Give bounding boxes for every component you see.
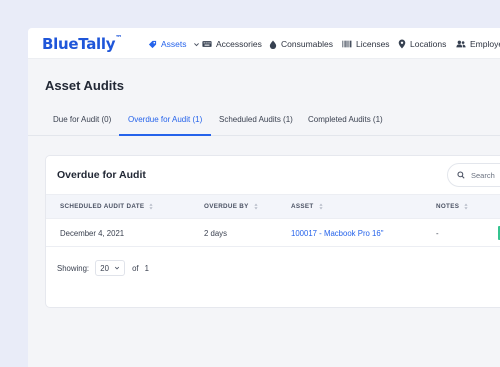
nav-item-label: Assets bbox=[161, 39, 187, 49]
column-header-label: ASSET bbox=[291, 203, 314, 210]
table-header: SCHEDULED AUDIT DATE OVERDUE BY ASSET NO… bbox=[46, 194, 500, 219]
column-header-label: SCHEDULED AUDIT DATE bbox=[60, 203, 145, 210]
tab-completed-audits[interactable]: Completed Audits (1) bbox=[308, 115, 383, 124]
showing-label: Showing: bbox=[57, 263, 90, 273]
total-pages: 1 bbox=[144, 263, 149, 273]
app-window: BlueTally™ Assets Accessories Consumable… bbox=[28, 28, 500, 367]
column-header-overdue-by[interactable]: OVERDUE BY bbox=[204, 203, 258, 210]
nav-item-label: Consumables bbox=[281, 39, 333, 49]
logo-text: BlueTally bbox=[42, 35, 116, 53]
column-header-label: NOTES bbox=[436, 203, 460, 210]
barcode-icon bbox=[342, 40, 352, 48]
nav-item-locations[interactable]: Locations bbox=[398, 38, 446, 50]
keyboard-icon bbox=[202, 41, 212, 47]
bluetally-logo[interactable]: BlueTally™ bbox=[42, 34, 122, 53]
sort-icon bbox=[464, 203, 468, 210]
cell-overdue-by: 2 days bbox=[204, 229, 227, 238]
cell-notes: - bbox=[436, 229, 439, 238]
card-title: Overdue for Audit bbox=[57, 169, 146, 181]
map-pin-icon bbox=[398, 39, 406, 49]
nav-item-employees[interactable]: Employee bbox=[456, 38, 500, 50]
users-icon bbox=[456, 40, 466, 48]
sort-icon bbox=[254, 203, 258, 210]
asset-link[interactable]: 100017 - Macbook Pro 16" bbox=[291, 229, 384, 238]
nav-item-label: Employee bbox=[470, 39, 500, 49]
sort-icon bbox=[149, 203, 153, 210]
overdue-audit-card: Overdue for Audit Search SCHEDULED AUDIT… bbox=[45, 155, 500, 308]
tab-due-for-audit[interactable]: Due for Audit (0) bbox=[53, 115, 111, 124]
chevron-down-icon bbox=[114, 266, 120, 270]
top-navbar: BlueTally™ Assets Accessories Consumable… bbox=[28, 28, 500, 59]
nav-item-accessories[interactable]: Accessories bbox=[202, 38, 262, 50]
page-title: Asset Audits bbox=[45, 78, 124, 93]
active-tab-indicator bbox=[119, 134, 211, 136]
droplet-icon bbox=[269, 39, 277, 49]
search-placeholder: Search bbox=[471, 170, 495, 180]
search-field[interactable]: Search bbox=[447, 163, 500, 187]
column-header-scheduled-audit-date[interactable]: SCHEDULED AUDIT DATE bbox=[60, 203, 153, 210]
audit-tabs: Due for Audit (0) Overdue for Audit (1) … bbox=[28, 108, 500, 136]
tag-icon bbox=[148, 40, 157, 48]
nav-item-assets[interactable]: Assets bbox=[148, 38, 204, 50]
column-header-asset[interactable]: ASSET bbox=[291, 203, 323, 210]
nav-item-label: Licenses bbox=[356, 39, 390, 49]
column-header-label: OVERDUE BY bbox=[204, 203, 249, 210]
of-label: of bbox=[132, 263, 139, 273]
sort-icon bbox=[318, 203, 323, 210]
per-page-value: 20 bbox=[100, 263, 109, 273]
logo-trademark: ™ bbox=[115, 34, 122, 42]
tab-scheduled-audits[interactable]: Scheduled Audits (1) bbox=[219, 115, 293, 124]
pagination: Showing: 20 of 1 bbox=[57, 260, 149, 276]
column-header-notes[interactable]: NOTES bbox=[436, 203, 468, 210]
table-row[interactable]: December 4, 2021 2 days 100017 - Macbook… bbox=[46, 219, 500, 247]
nav-item-consumables[interactable]: Consumables bbox=[269, 38, 333, 50]
search-icon bbox=[457, 171, 465, 179]
nav-item-licenses[interactable]: Licenses bbox=[342, 38, 390, 50]
tab-overdue-for-audit[interactable]: Overdue for Audit (1) bbox=[128, 115, 202, 124]
chevron-down-icon bbox=[193, 42, 199, 46]
per-page-select[interactable]: 20 bbox=[95, 260, 126, 276]
cell-audit-date: December 4, 2021 bbox=[60, 229, 125, 238]
nav-item-label: Accessories bbox=[216, 39, 262, 49]
nav-item-label: Locations bbox=[410, 39, 447, 49]
